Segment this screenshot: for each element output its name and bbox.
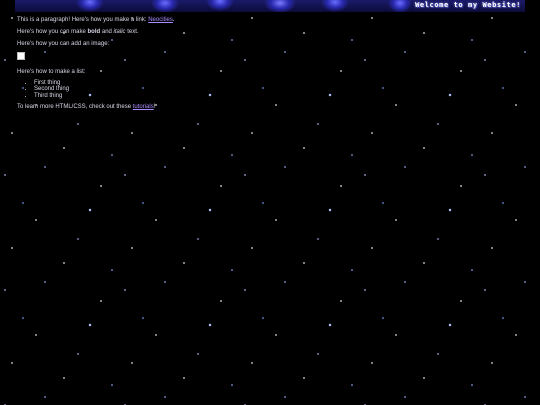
main-content: This is a paragraph! Here's how you make…: [17, 16, 517, 115]
header-banner: Welcome to my Website!: [15, 0, 525, 12]
neocities-link[interactable]: Neocities: [148, 17, 173, 23]
broken-image-icon: [17, 52, 25, 60]
paragraph-list-intro: Here's how to make a list:: [17, 68, 86, 75]
example-list: First thing Second thing Third thing: [17, 80, 517, 100]
list-item: Third thing: [34, 93, 517, 100]
image-container: [17, 52, 517, 61]
paragraph-tutorials: To learn more HTML/CSS, check out these …: [17, 104, 156, 111]
paragraph-intro: This is a paragraph! Here's how you make…: [17, 17, 175, 23]
paragraph-image: Here's how you can add an image:: [17, 41, 110, 47]
tutorials-link[interactable]: tutorials: [133, 104, 154, 110]
paragraph-formatting: Here's how you can make bold and italic …: [17, 29, 139, 35]
italic-text: italic: [113, 29, 126, 35]
bold-text: bold: [87, 29, 101, 35]
site-title: Welcome to my Website!: [415, 1, 521, 9]
